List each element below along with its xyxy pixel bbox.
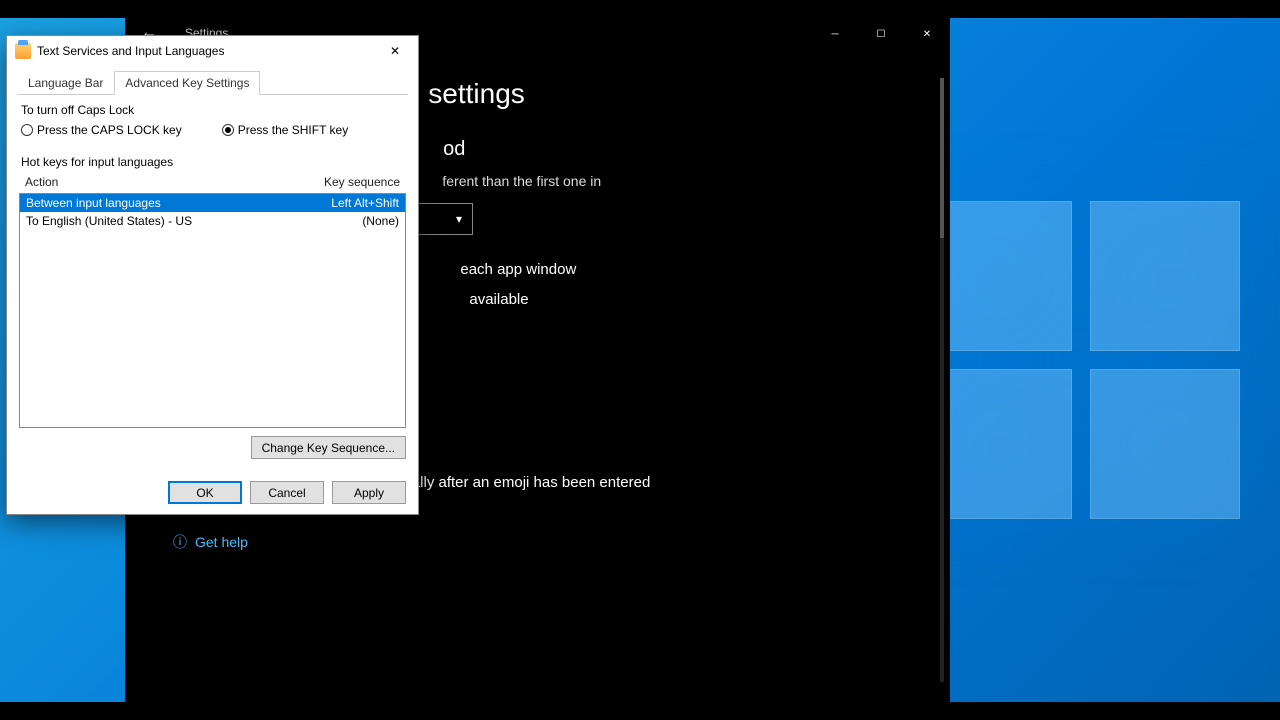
cancel-button[interactable]: Cancel (250, 481, 324, 504)
radio-unselected-icon (21, 124, 33, 136)
ok-button[interactable]: OK (168, 481, 242, 504)
tab-language-bar[interactable]: Language Bar (17, 71, 114, 95)
dialog-close-button[interactable]: ✕ (380, 39, 410, 63)
apply-button[interactable]: Apply (332, 481, 406, 504)
windows-logo (922, 201, 1240, 519)
minimize-button[interactable]: ─ (812, 18, 858, 50)
radio-shift[interactable]: Press the SHIFT key (222, 123, 348, 137)
hotkeys-group-label: Hot keys for input languages (21, 155, 408, 169)
scrollbar[interactable] (940, 78, 944, 682)
dialog-titlebar[interactable]: Text Services and Input Languages ✕ (7, 36, 418, 66)
help-icon: ⓘ (173, 532, 187, 552)
list-headers: Action Key sequence (17, 173, 408, 191)
keyboard-icon (15, 43, 31, 59)
maximize-button[interactable]: ☐ (858, 18, 904, 50)
get-help-link[interactable]: ⓘ Get help (173, 532, 248, 552)
letterbox-bottom (0, 702, 1280, 720)
scrollbar-thumb[interactable] (940, 78, 944, 238)
capslock-group-label: To turn off Caps Lock (21, 103, 408, 117)
col-key-sequence: Key sequence (324, 175, 400, 189)
list-row[interactable]: To English (United States) - US (None) (20, 212, 405, 230)
change-key-sequence-button[interactable]: Change Key Sequence... (251, 436, 406, 459)
radio-selected-icon (222, 124, 234, 136)
letterbox-top (0, 0, 1280, 18)
dialog-tabs: Language Bar Advanced Key Settings (17, 70, 408, 95)
col-action: Action (25, 175, 58, 189)
close-button[interactable]: ✕ (904, 18, 950, 50)
hotkeys-list[interactable]: Between input languages Left Alt+Shift T… (19, 193, 406, 428)
text-services-dialog: Text Services and Input Languages ✕ Lang… (6, 35, 419, 515)
list-row-selected[interactable]: Between input languages Left Alt+Shift (20, 194, 405, 212)
tab-advanced-key-settings[interactable]: Advanced Key Settings (114, 71, 260, 95)
chevron-down-icon: ▾ (456, 212, 462, 226)
dialog-title: Text Services and Input Languages (37, 44, 224, 58)
radio-caps-lock[interactable]: Press the CAPS LOCK key (21, 123, 182, 137)
